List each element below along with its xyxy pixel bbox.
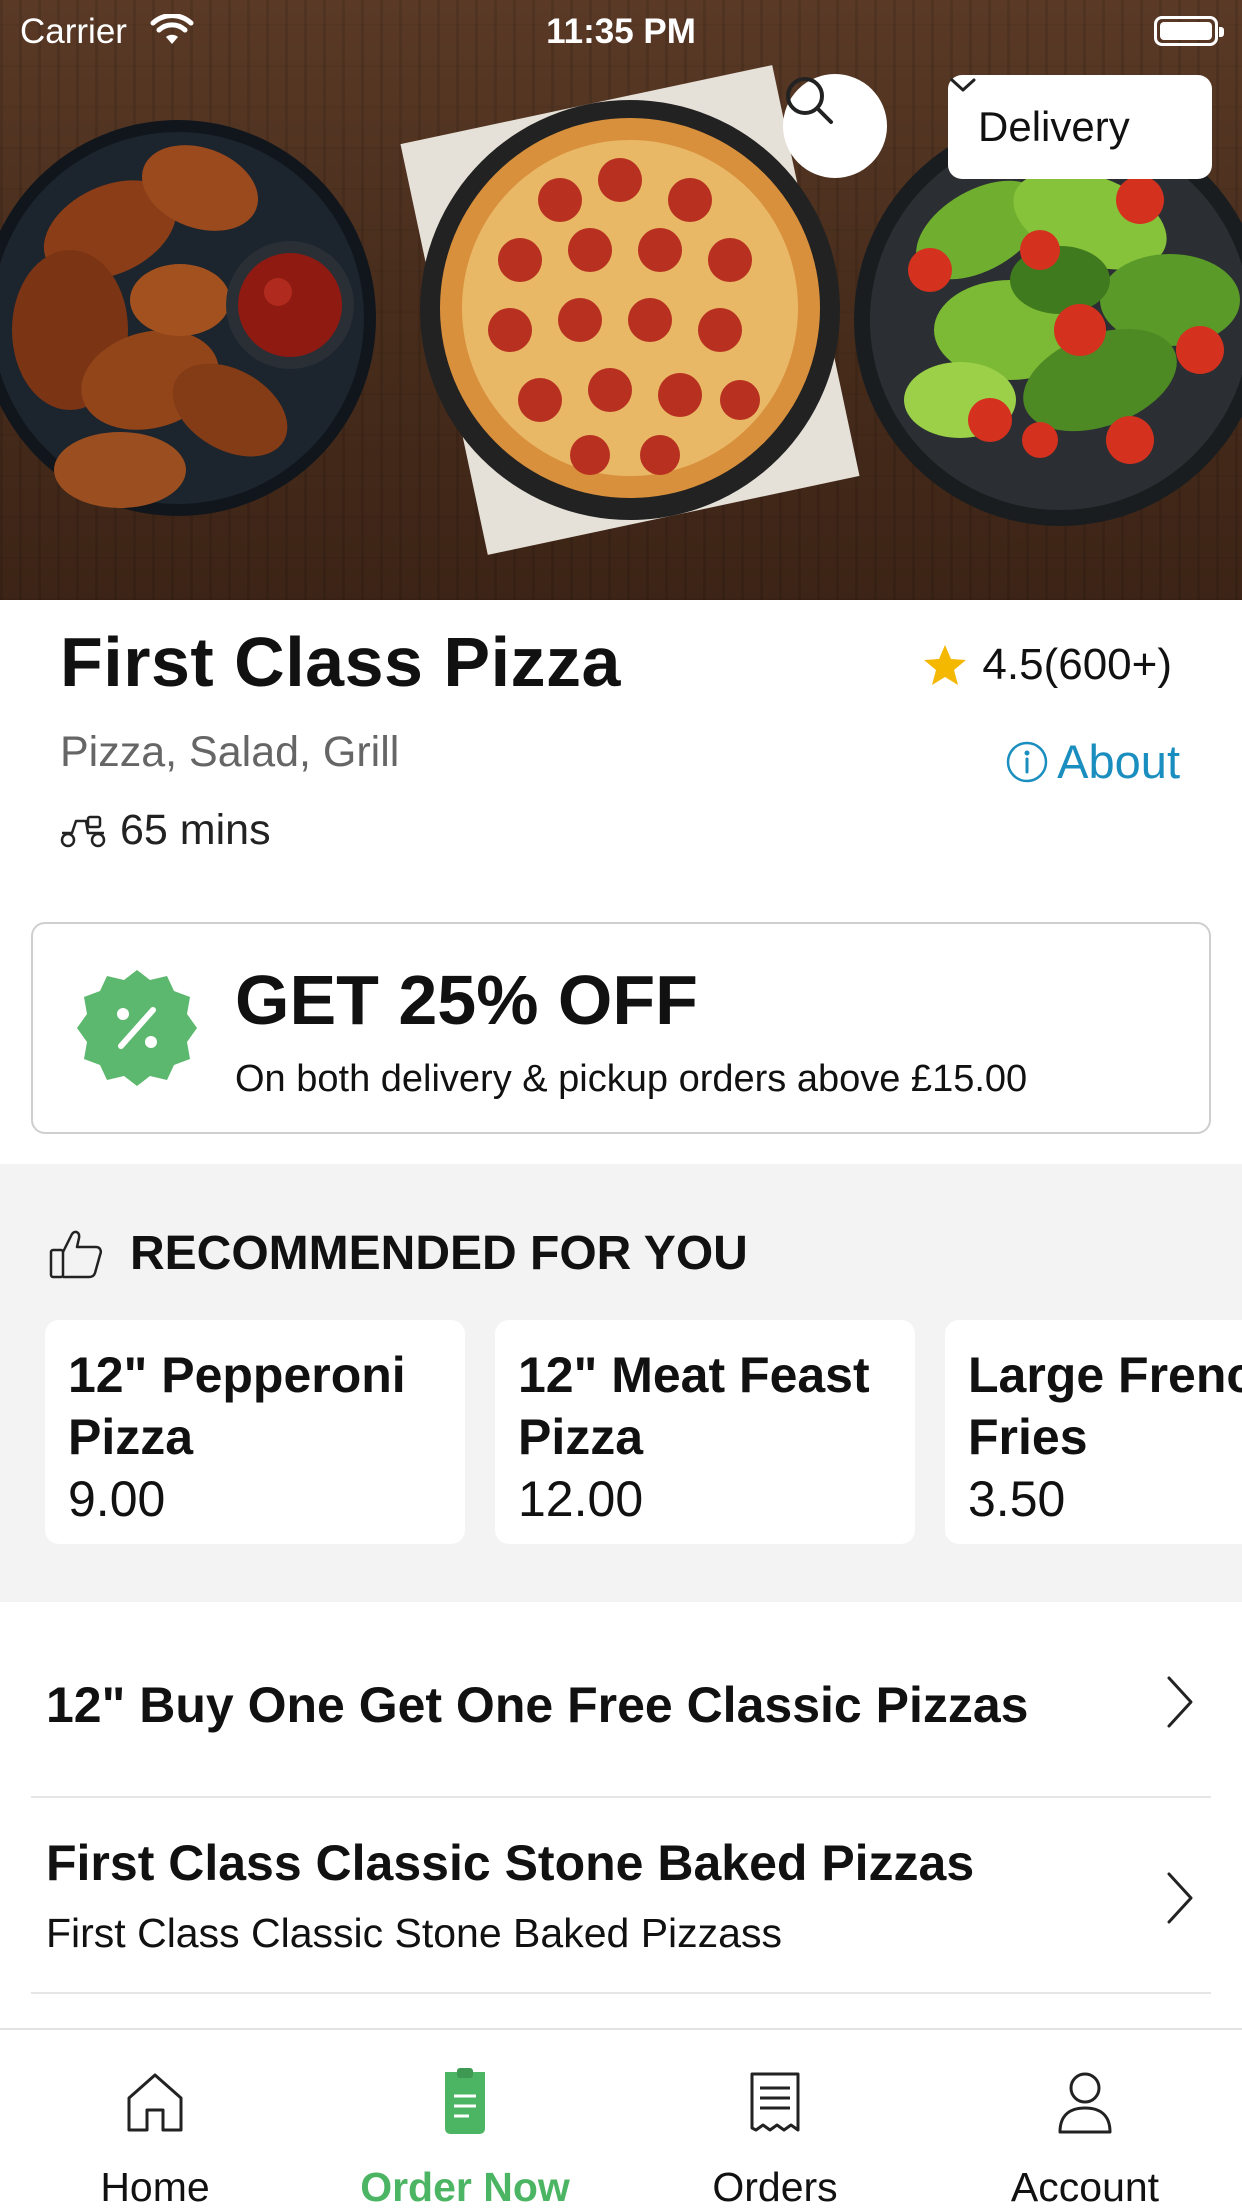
item-name: 12" Meat Feast Pizza <box>518 1347 870 1465</box>
status-bar: Carrier 11:35 PM <box>0 0 1242 62</box>
chevron-right-icon <box>1167 1676 1193 1728</box>
delivery-time-value: 65 mins <box>120 806 271 854</box>
recommended-item[interactable]: Large French Fries 3.50 <box>945 1320 1242 1544</box>
item-name: Large French Fries <box>968 1347 1242 1465</box>
recommended-list: 12" Pepperoni Pizza 9.00 12" Meat Feast … <box>45 1320 1242 1544</box>
offer-title: GET 25% OFF <box>235 961 698 1039</box>
status-time: 11:35 PM <box>546 12 696 51</box>
tab-label: Order Now <box>360 2164 570 2208</box>
delivery-time: 65 mins <box>58 806 271 855</box>
chevron-down-icon <box>950 78 976 92</box>
chevron-right-icon <box>1167 1872 1193 1924</box>
tab-order-now[interactable]: Order Now <box>310 2030 620 2208</box>
recommended-header: RECOMMENDED FOR YOU <box>48 1226 748 1281</box>
home-icon <box>127 2073 183 2132</box>
recommended-item[interactable]: 12" Meat Feast Pizza 12.00 <box>495 1320 915 1544</box>
tab-account[interactable]: Account <box>930 2030 1240 2208</box>
recommended-section: RECOMMENDED FOR YOU 12" Pepperoni Pizza … <box>0 1164 1242 1602</box>
discount-badge-icon <box>77 970 197 1086</box>
hero-banner: Carrier 11:35 PM Delivery <box>0 0 1242 600</box>
order-mode-dropdown[interactable]: Delivery <box>948 75 1212 179</box>
tab-label: Orders <box>712 2164 838 2208</box>
category-subtitle: First Class Classic Stone Baked Pizzass <box>46 1910 782 1956</box>
recommended-title: RECOMMENDED FOR YOU <box>130 1227 748 1280</box>
tab-label: Home <box>100 2164 210 2208</box>
item-price: 3.50 <box>968 1471 1066 1527</box>
info-icon <box>1006 741 1048 782</box>
rating: 4.5(600+) <box>922 640 1172 690</box>
tab-home[interactable]: Home <box>0 2030 310 2208</box>
thumbs-up-icon <box>49 1230 103 1278</box>
order-now-icon <box>445 2068 485 2134</box>
user-icon <box>1058 2072 1112 2134</box>
star-icon <box>924 645 967 685</box>
cuisine-list: Pizza, Salad, Grill <box>60 728 400 776</box>
rating-value: 4.5(600+) <box>982 640 1172 689</box>
category-title: 12" Buy One Get One Free Classic Pizzas <box>46 1677 1029 1733</box>
restaurant-name: First Class Pizza <box>60 623 621 701</box>
scooter-icon <box>60 815 106 847</box>
receipt-icon <box>750 2072 800 2132</box>
tab-label: Account <box>1010 2164 1160 2208</box>
category-title: First Class Classic Stone Baked Pizzas <box>46 1835 975 1891</box>
tab-bar: Home Order Now Orders Account <box>0 2028 1242 2208</box>
category-row[interactable]: 12" Buy One Get One Free Classic Pizzas <box>31 1602 1211 1798</box>
item-price: 12.00 <box>518 1471 644 1527</box>
offer-banner[interactable]: GET 25% OFF On both delivery & pickup or… <box>31 922 1211 1134</box>
item-price: 9.00 <box>68 1471 166 1527</box>
search-icon <box>786 77 833 124</box>
offer-subtitle: On both delivery & pickup orders above £… <box>235 1058 1028 1100</box>
about-label: About <box>1057 735 1180 788</box>
tab-orders[interactable]: Orders <box>620 2030 930 2208</box>
battery-icon <box>1154 16 1224 46</box>
about-link[interactable]: About <box>1005 734 1180 789</box>
category-row[interactable]: First Class Classic Stone Baked Pizzas F… <box>31 1798 1211 1994</box>
item-name: 12" Pepperoni Pizza <box>68 1347 406 1465</box>
search-button[interactable] <box>783 74 887 178</box>
recommended-item[interactable]: 12" Pepperoni Pizza 9.00 <box>45 1320 465 1544</box>
order-mode-label: Delivery <box>978 103 1130 150</box>
